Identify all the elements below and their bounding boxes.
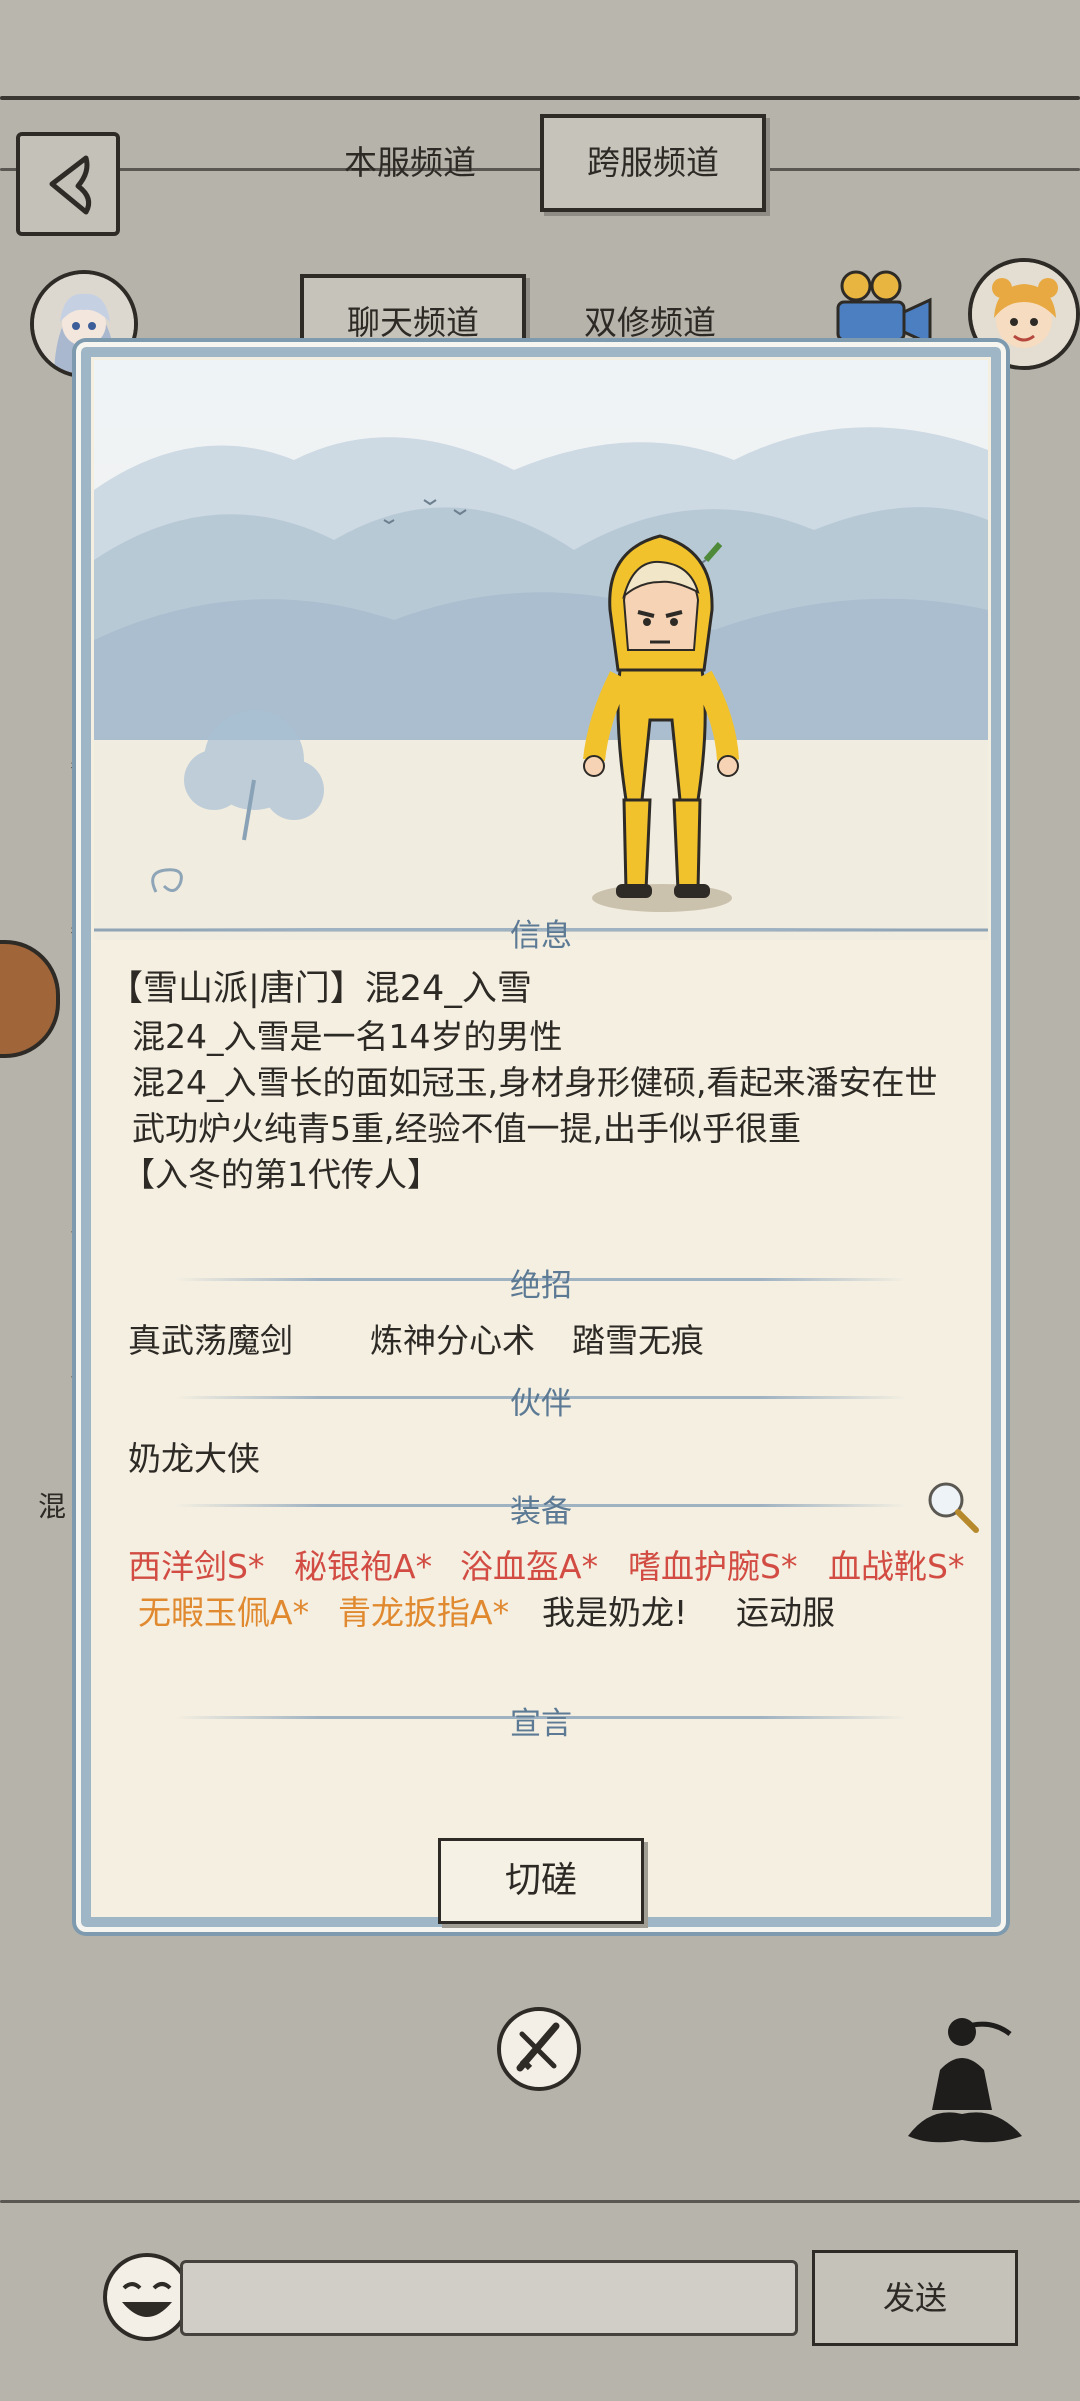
- cloud-swirl-ornament: [146, 862, 206, 902]
- equipment-item[interactable]: 我是奶龙!: [542, 1586, 687, 1634]
- skill-item[interactable]: 炼神分心术: [370, 1314, 535, 1362]
- sword-close-icon: [497, 2007, 581, 2091]
- chat-input[interactable]: [180, 2260, 798, 2336]
- status-area: [0, 0, 1080, 100]
- info-line-looks: 混24_入雪长的面如冠玉,身材身形健硕,看起来潘安在世: [132, 1063, 938, 1102]
- partner-name[interactable]: 奶龙大侠: [128, 1432, 260, 1480]
- back-button[interactable]: [16, 132, 120, 236]
- magnifier-icon: [928, 1482, 979, 1533]
- tab-cross-server-channel[interactable]: 跨服频道: [540, 114, 766, 212]
- info-header: 信息: [510, 918, 572, 954]
- info-line-age: 混24_入雪是一名14岁的男性: [132, 1017, 563, 1056]
- send-button[interactable]: 发送: [812, 2250, 1018, 2346]
- skills-header: 绝招: [510, 1268, 572, 1304]
- skill-item[interactable]: 真武荡魔剑: [128, 1314, 293, 1362]
- info-line-lineage: 【入冬的第1代传人】: [122, 1155, 440, 1194]
- close-button[interactable]: [494, 2004, 584, 2094]
- video-button[interactable]: [828, 268, 938, 352]
- equipment-item[interactable]: 秘银袍A*: [294, 1540, 432, 1588]
- meditate-button[interactable]: [900, 2010, 1030, 2150]
- spar-button[interactable]: 切磋: [438, 1838, 644, 1924]
- equipment-item[interactable]: 浴血盔A*: [460, 1540, 598, 1588]
- player-title: 【雪山派|唐门】混24_入雪: [108, 969, 532, 1009]
- equipment-item[interactable]: 嗜血护腕S*: [628, 1540, 797, 1588]
- player-info-panel: 信息 【雪山派|唐门】混24_入雪 混24_入雪是一名14岁的男性 混24_入雪…: [76, 342, 1006, 1932]
- bottom-divider: [0, 2200, 1080, 2203]
- character-scene: [94, 360, 988, 940]
- equipment-item[interactable]: 运动服: [736, 1586, 835, 1634]
- equipment-item[interactable]: 西洋剑S*: [128, 1540, 264, 1588]
- tab-server-channel[interactable]: 本服频道: [320, 118, 500, 208]
- back-arrow-icon: [49, 155, 92, 215]
- bg-chat-char: 混: [38, 1490, 67, 1523]
- top-divider: [0, 96, 1080, 100]
- inspect-button[interactable]: [922, 1476, 982, 1536]
- movie-camera-icon: [836, 270, 932, 347]
- equipment-item[interactable]: 青龙扳指A*: [338, 1586, 509, 1634]
- declaration-header: 宣言: [510, 1706, 572, 1742]
- skill-item[interactable]: 踏雪无痕: [572, 1314, 704, 1362]
- equipment-item[interactable]: 无暇玉佩A*: [138, 1586, 309, 1634]
- equipment-item[interactable]: 血战靴S*: [828, 1540, 964, 1588]
- mountain-landscape-image: [94, 360, 988, 940]
- partner-header: 伙伴: [510, 1386, 572, 1422]
- meditation-icon: [908, 2018, 1022, 2143]
- equipment-header: 装备: [510, 1494, 572, 1530]
- info-line-martial: 武功炉火纯青5重,经验不值一提,出手似乎很重: [132, 1109, 801, 1148]
- side-pull-tab[interactable]: [0, 940, 60, 1058]
